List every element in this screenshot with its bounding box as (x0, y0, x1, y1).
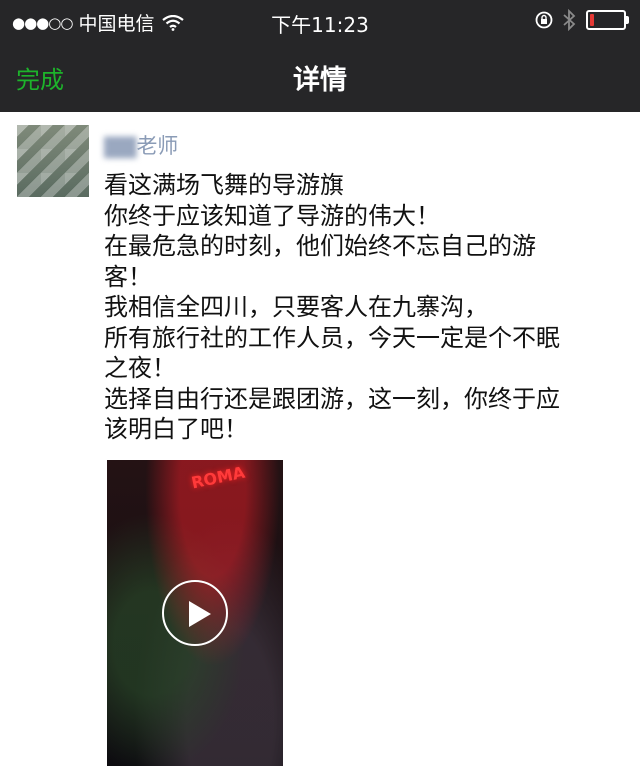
neon-sign: ROMA (189, 462, 247, 493)
post-line: 该明白了吧！ (104, 415, 248, 443)
post-line: 选择自由行还是跟团游，这一刻，你终于应 (104, 384, 560, 413)
status-bar: ●●●○○ 中国电信 下午11:23 (0, 0, 640, 40)
lock-rotation-icon (535, 11, 553, 29)
post-line: 客！ (104, 262, 152, 291)
post-text: 看这满场飞舞的导游旗 你终于应该知道了导游的伟大！ 在最危急的时刻，他们始终不忘… (104, 170, 624, 445)
post-line: 看这满场飞舞的导游旗 (104, 171, 344, 199)
post-line: 你终于应该知道了导游的伟大！ (104, 201, 440, 230)
avatar[interactable] (17, 125, 89, 197)
post-line: 我相信全四川，只要客人在九寨沟， (104, 293, 488, 321)
bluetooth-icon (563, 9, 576, 31)
author-name-masked: ▇▇ (104, 134, 137, 158)
video-thumbnail[interactable]: ROMA (107, 460, 283, 766)
page-title: 详情 (293, 65, 347, 96)
post-line: 所有旅行社的工作人员，今天一定是个不眠 (104, 323, 560, 352)
play-icon[interactable] (162, 580, 228, 646)
status-right (534, 9, 629, 31)
author-name[interactable]: ▇▇老师 (104, 130, 178, 160)
battery-level (590, 14, 594, 26)
post-line: 之夜！ (104, 354, 176, 382)
nav-bar: 完成 详情 (0, 40, 640, 112)
post-line: 在最危急的时刻，他们始终不忘自己的游 (104, 232, 536, 260)
battery-icon (586, 10, 629, 30)
author-name-suffix: 老师 (136, 134, 179, 158)
